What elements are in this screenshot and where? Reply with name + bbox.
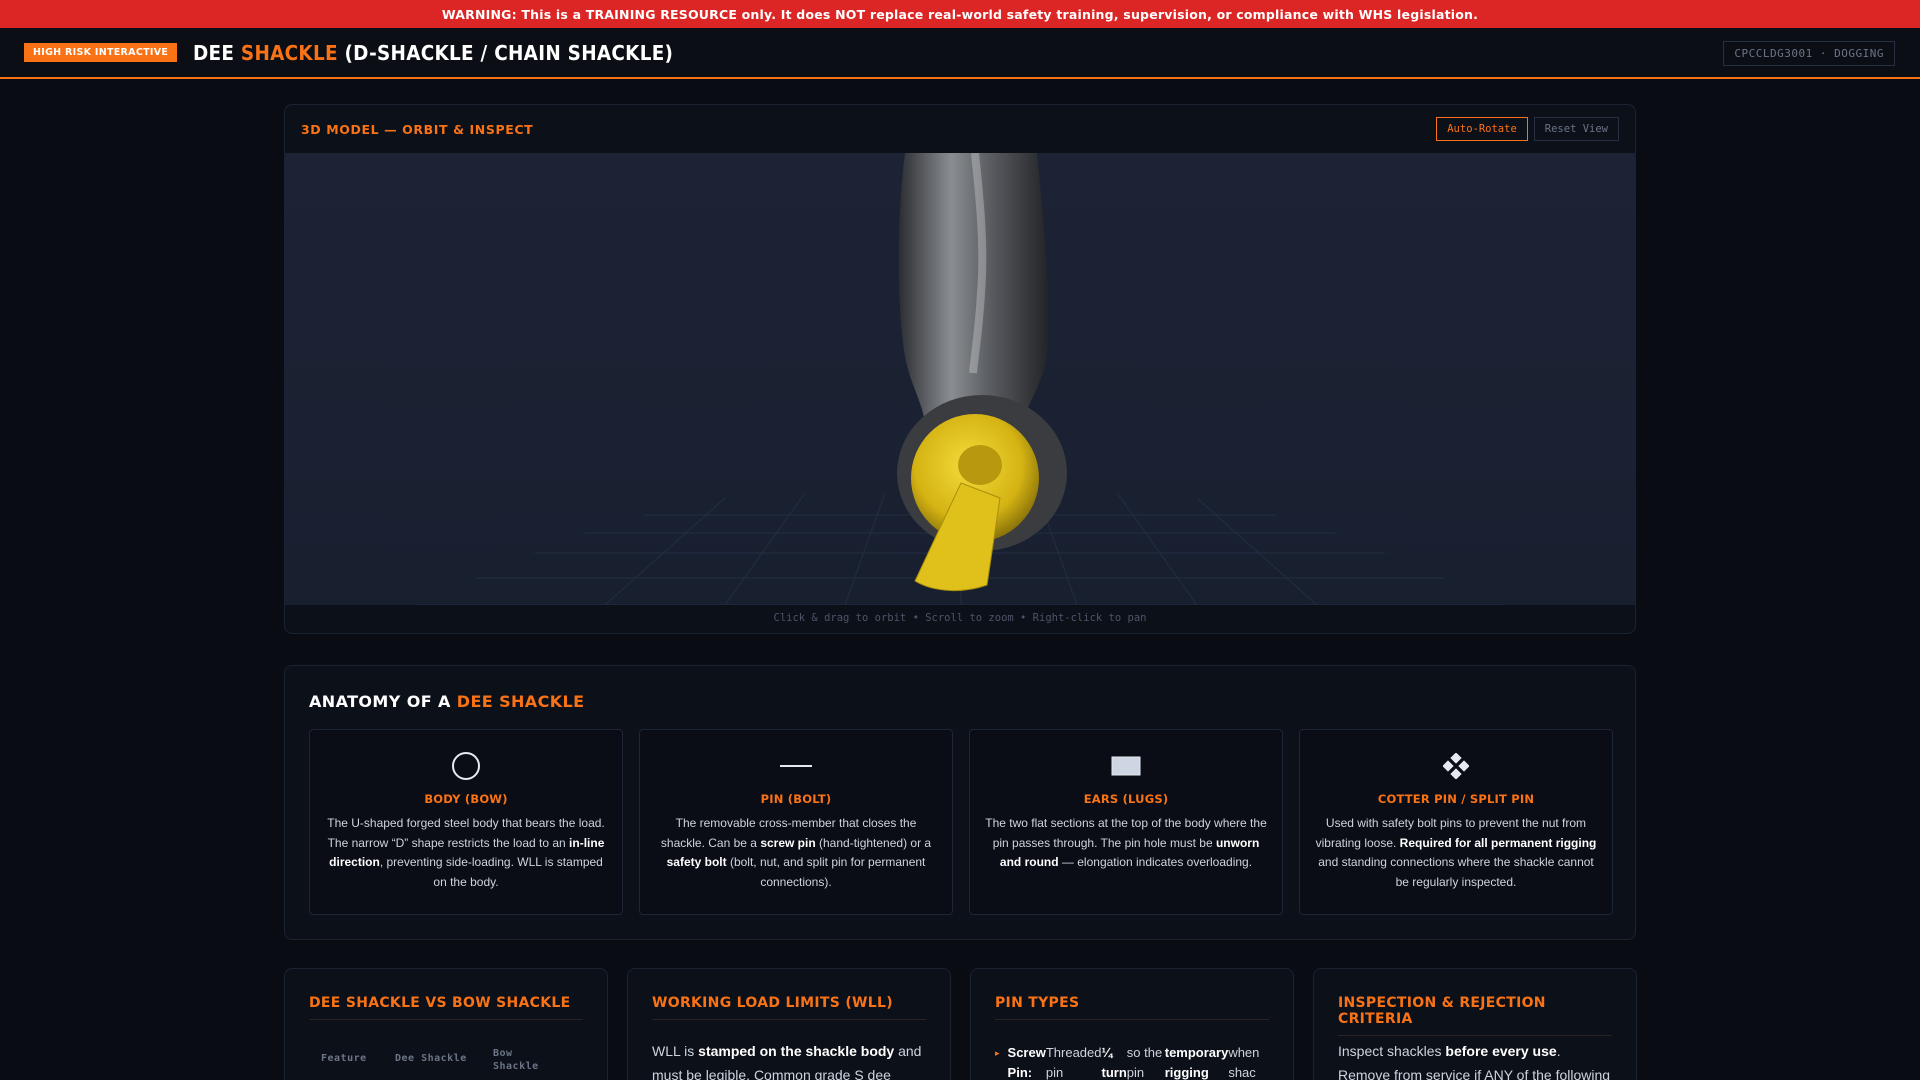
wll-panel: Working Load Limits (WLL) WLL is stamped…: [627, 968, 951, 1080]
shackle-model: [897, 153, 1067, 592]
compare-table-header: Feature Dee Shackle Bow Shackle: [309, 1047, 583, 1073]
warning-text: WARNING: This is a TRAINING RESOURCE onl…: [441, 6, 1479, 22]
compare-title: Dee Shackle vs Bow Shackle: [309, 995, 583, 1020]
inspection-title: Inspection & Rejection Criteria: [1338, 995, 1612, 1036]
table-header-cell: Bow Shackle: [493, 1048, 539, 1072]
anatomy-card-body: Body (Bow) The U-shaped forged steel bod…: [309, 729, 623, 915]
list-item: ▸ Screw Pin: Threaded pin ¼ turn so the …: [995, 1043, 1269, 1080]
inspection-text: Inspect shackles before every use. Remov…: [1338, 1043, 1611, 1080]
card-name: Pin (Bolt): [760, 792, 832, 806]
line-icon: [654, 752, 938, 780]
pin-types-panel: Pin Types ▸ Screw Pin: Threaded pin ¼ tu…: [970, 968, 1294, 1080]
table-header-cell: Dee Shackle: [395, 1053, 467, 1064]
reset-view-button[interactable]: Reset View: [1533, 117, 1619, 141]
card-name: Ears (Lugs): [1083, 792, 1169, 806]
wll-text: WLL is stamped on the shackle body and m…: [652, 1043, 922, 1080]
card-description: The U-shaped forged steel body that bear…: [327, 816, 605, 889]
auto-rotate-button[interactable]: Auto-Rotate: [1436, 117, 1528, 141]
table-header-cell: Feature: [321, 1053, 367, 1064]
circle-icon: [324, 752, 608, 780]
viewer-title: 3D Model — Orbit & Inspect: [301, 121, 534, 137]
compare-panel: Dee Shackle vs Bow Shackle Feature Dee S…: [284, 968, 608, 1080]
shackle-3d-render: [415, 153, 1505, 605]
card-description: The removable cross-member that closes t…: [660, 816, 932, 889]
anatomy-title: Anatomy of a Dee Shackle: [309, 692, 585, 711]
card-description: Used with safety bolt pins to prevent th…: [1315, 816, 1597, 889]
page-title: DEE SHACKLE (D-SHACKLE / CHAIN SHACKLE): [193, 40, 674, 65]
pin-types-list: ▸ Screw Pin: Threaded pin ¼ turn so the …: [995, 1043, 1269, 1080]
model-viewer-panel: 3D Model — Orbit & Inspect Auto-Rotate R…: [284, 104, 1636, 634]
card-name: Cotter Pin / Split Pin: [1377, 792, 1535, 806]
pin-types-title: Pin Types: [995, 995, 1269, 1020]
square-icon: [984, 752, 1268, 780]
high-risk-badge: High Risk Interactive: [24, 43, 178, 62]
3d-viewport-canvas[interactable]: [285, 153, 1635, 605]
viewer-controls: Auto-Rotate Reset View: [1436, 117, 1619, 141]
anatomy-card-cotter-pin: Cotter Pin / Split Pin Used with safety …: [1299, 729, 1613, 915]
viewer-hint: Click & drag to orbit • Scroll to zoom •…: [773, 612, 1147, 624]
anatomy-card-ears: Ears (Lugs) The two flat sections at the…: [969, 729, 1283, 915]
bullet-icon: ▸: [995, 1048, 1000, 1058]
training-warning-banner: WARNING: This is a TRAINING RESOURCE onl…: [0, 0, 1920, 28]
viewer-header: 3D Model — Orbit & Inspect Auto-Rotate R…: [285, 105, 1635, 153]
inspection-panel: Inspection & Rejection Criteria Inspect …: [1313, 968, 1637, 1080]
diamond-icon: [1314, 752, 1598, 780]
wll-title: Working Load Limits (WLL): [652, 995, 926, 1020]
anatomy-section: Anatomy of a Dee Shackle Body (Bow) The …: [284, 665, 1636, 940]
course-code-tag: CPCCLDG3001 · DOGGING: [1723, 41, 1895, 66]
page-header: High Risk Interactive DEE SHACKLE (D-SHA…: [0, 28, 1920, 79]
anatomy-card-pin: Pin (Bolt) The removable cross-member th…: [639, 729, 953, 915]
card-name: Body (Bow): [424, 792, 508, 806]
card-description: The two flat sections at the top of the …: [985, 816, 1267, 869]
